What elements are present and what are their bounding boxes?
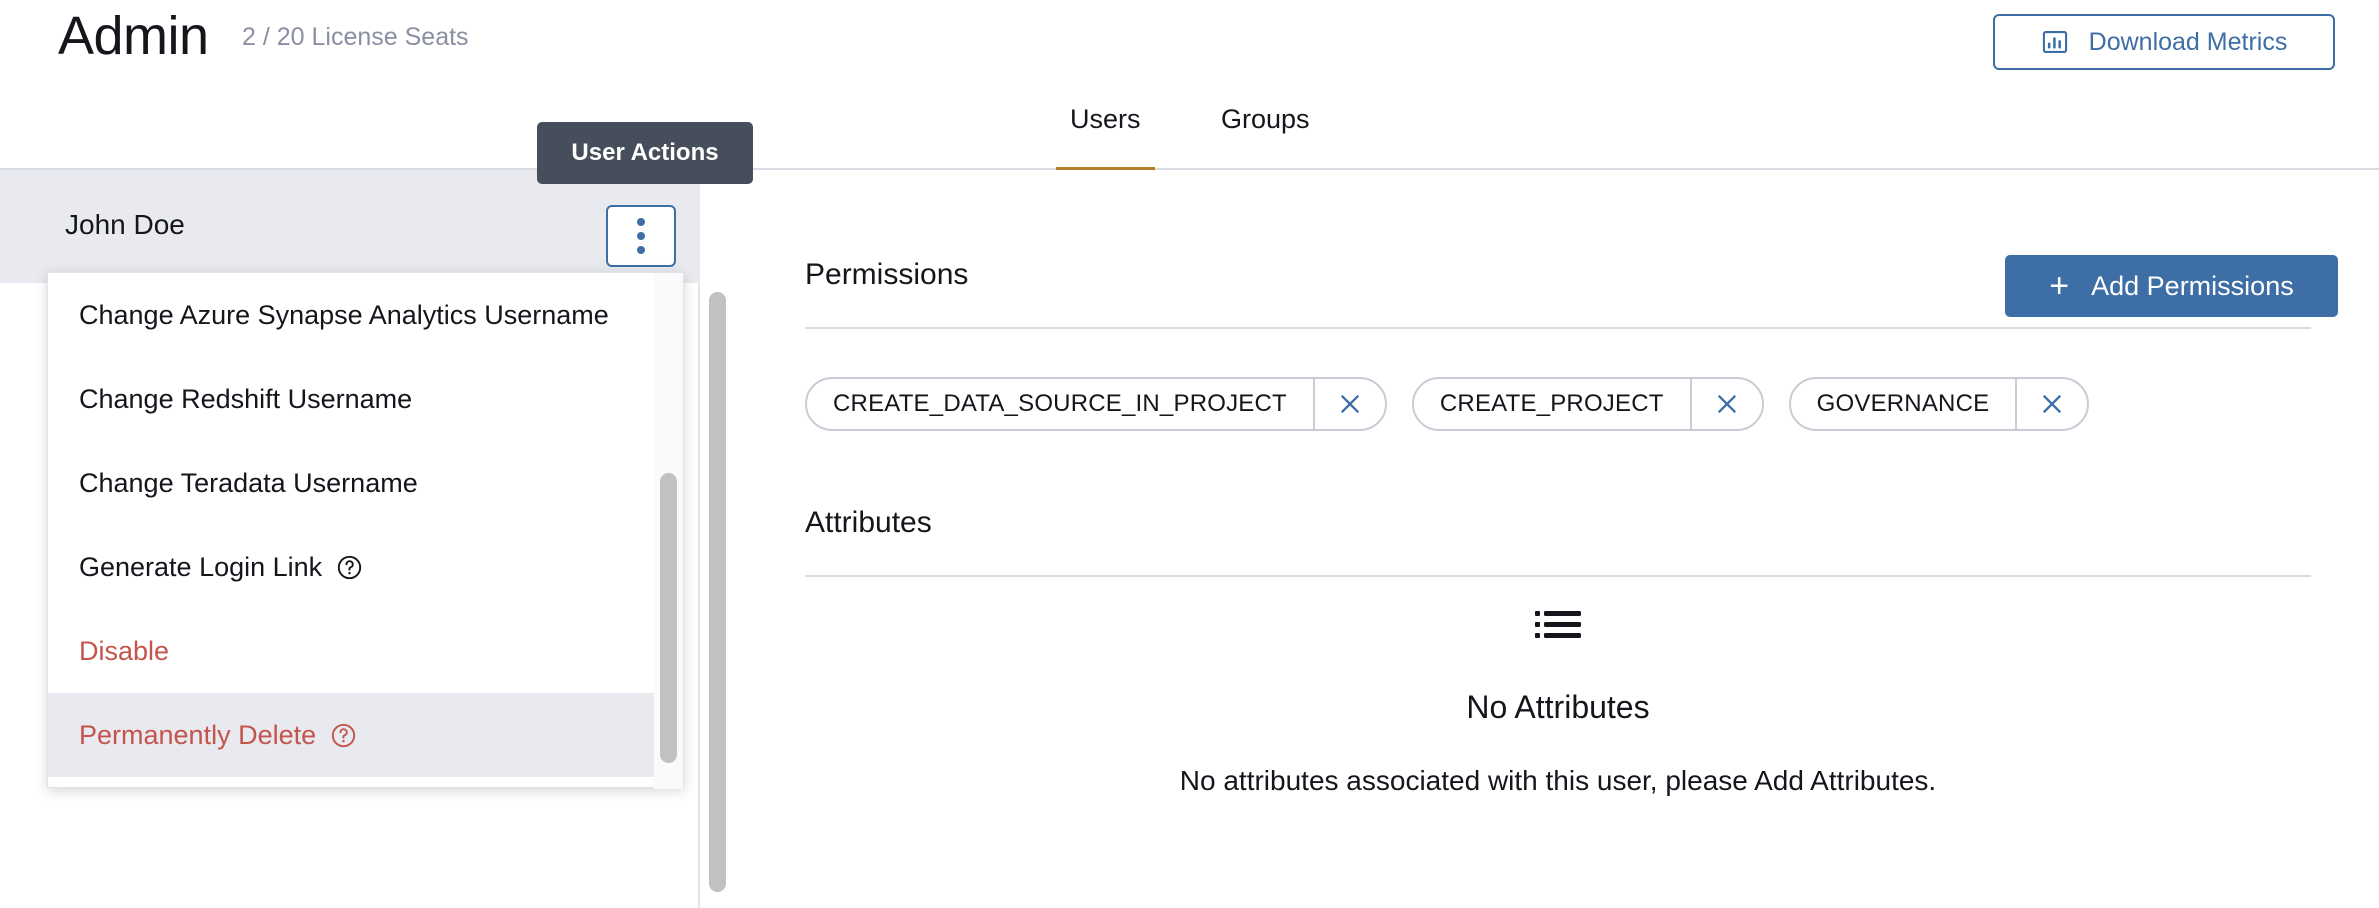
user-actions-button[interactable] — [606, 205, 676, 267]
license-seats-label: 2 / 20 License Seats — [242, 23, 469, 51]
menu-item-change-redshift-username[interactable]: Change Redshift Username — [48, 357, 654, 441]
menu-item-label: Generate Login Link — [79, 551, 323, 582]
menu-item-disable[interactable]: Disable — [48, 609, 654, 693]
attributes-empty-title: No Attributes — [1466, 689, 1650, 725]
menu-scrollbar-thumb[interactable] — [660, 473, 677, 763]
download-metrics-button[interactable]: Download Metrics — [1993, 14, 2335, 70]
sidebar-scrollbar-thumb[interactable] — [709, 292, 726, 892]
help-circle-icon[interactable] — [336, 554, 363, 581]
attributes-empty-state: No Attributes No attributes associated w… — [737, 610, 2379, 798]
permission-chip: CREATE_PROJECT — [1411, 377, 1764, 431]
attributes-divider — [805, 575, 2311, 577]
kebab-menu-icon-dot — [637, 232, 645, 240]
menu-item-label: Disable — [79, 635, 170, 666]
menu-item-change-teradata-username[interactable]: Change Teradata Username — [48, 441, 654, 525]
tab-groups-label: Groups — [1221, 104, 1310, 134]
tab-groups[interactable]: Groups — [1207, 104, 1324, 170]
permission-chip-label: CREATE_PROJECT — [1439, 390, 1664, 417]
list-icon — [1535, 610, 1581, 688]
download-metrics-label: Download Metrics — [2088, 28, 2288, 56]
menu-item-change-azure-synapse-analytics-username[interactable]: Change Azure Synapse Analytics Username — [48, 273, 654, 357]
permission-chip-remove-button[interactable] — [1689, 379, 1762, 429]
user-actions-tooltip: User Actions — [537, 122, 753, 184]
plus-icon: + — [2049, 267, 2070, 305]
add-permissions-button[interactable]: + Add Permissions — [2005, 255, 2338, 317]
tab-users[interactable]: Users — [1056, 104, 1155, 172]
add-permissions-label: Add Permissions — [2091, 270, 2294, 301]
page-title: Admin — [58, 6, 209, 66]
permissions-divider — [805, 327, 2311, 329]
permissions-chip-list: CREATE_DATA_SOURCE_IN_PROJECT CREATE_PRO… — [805, 377, 2090, 431]
permission-chip: CREATE_DATA_SOURCE_IN_PROJECT — [805, 377, 1387, 431]
kebab-menu-icon-dot — [637, 218, 645, 226]
permission-chip-remove-button[interactable] — [2015, 379, 2087, 429]
selected-user-name: John Doe — [65, 209, 185, 240]
tab-users-label: Users — [1070, 104, 1141, 134]
permission-chip-label: CREATE_DATA_SOURCE_IN_PROJECT — [833, 390, 1287, 417]
sidebar-header: John Doe — [0, 170, 700, 283]
menu-scrollbar-track[interactable] — [654, 273, 683, 789]
menu-item-label: Permanently Delete — [79, 719, 317, 750]
sidebar-scrollbar-track[interactable] — [700, 283, 735, 908]
menu-item-label: Change Azure Synapse Analytics Username — [79, 299, 609, 330]
help-circle-icon[interactable] — [330, 722, 357, 749]
permission-chip-remove-button[interactable] — [1312, 379, 1385, 429]
bar-chart-icon — [2041, 28, 2069, 56]
attributes-empty-description: No attributes associated with this user,… — [1179, 765, 1937, 796]
menu-item-permanently-delete[interactable]: Permanently Delete — [48, 693, 654, 777]
kebab-menu-icon-dot — [637, 246, 645, 254]
menu-item-label: Change Teradata Username — [79, 467, 418, 498]
menu-item-label: Change Redshift Username — [79, 383, 413, 414]
menu-item-generate-login-link[interactable]: Generate Login Link — [48, 525, 654, 609]
permission-chip: GOVERNANCE — [1788, 377, 2090, 431]
permissions-heading: Permissions — [805, 258, 969, 291]
top-bar: Admin 2 / 20 License Seats Download Metr… — [0, 0, 2379, 88]
user-actions-menu: Change Azure Synapse Analytics Username … — [47, 272, 684, 789]
permission-chip-label: GOVERNANCE — [1816, 390, 1990, 417]
tooltip-text: User Actions — [571, 139, 719, 166]
tab-bar: Users Groups — [0, 88, 2379, 172]
attributes-heading: Attributes — [805, 506, 932, 539]
